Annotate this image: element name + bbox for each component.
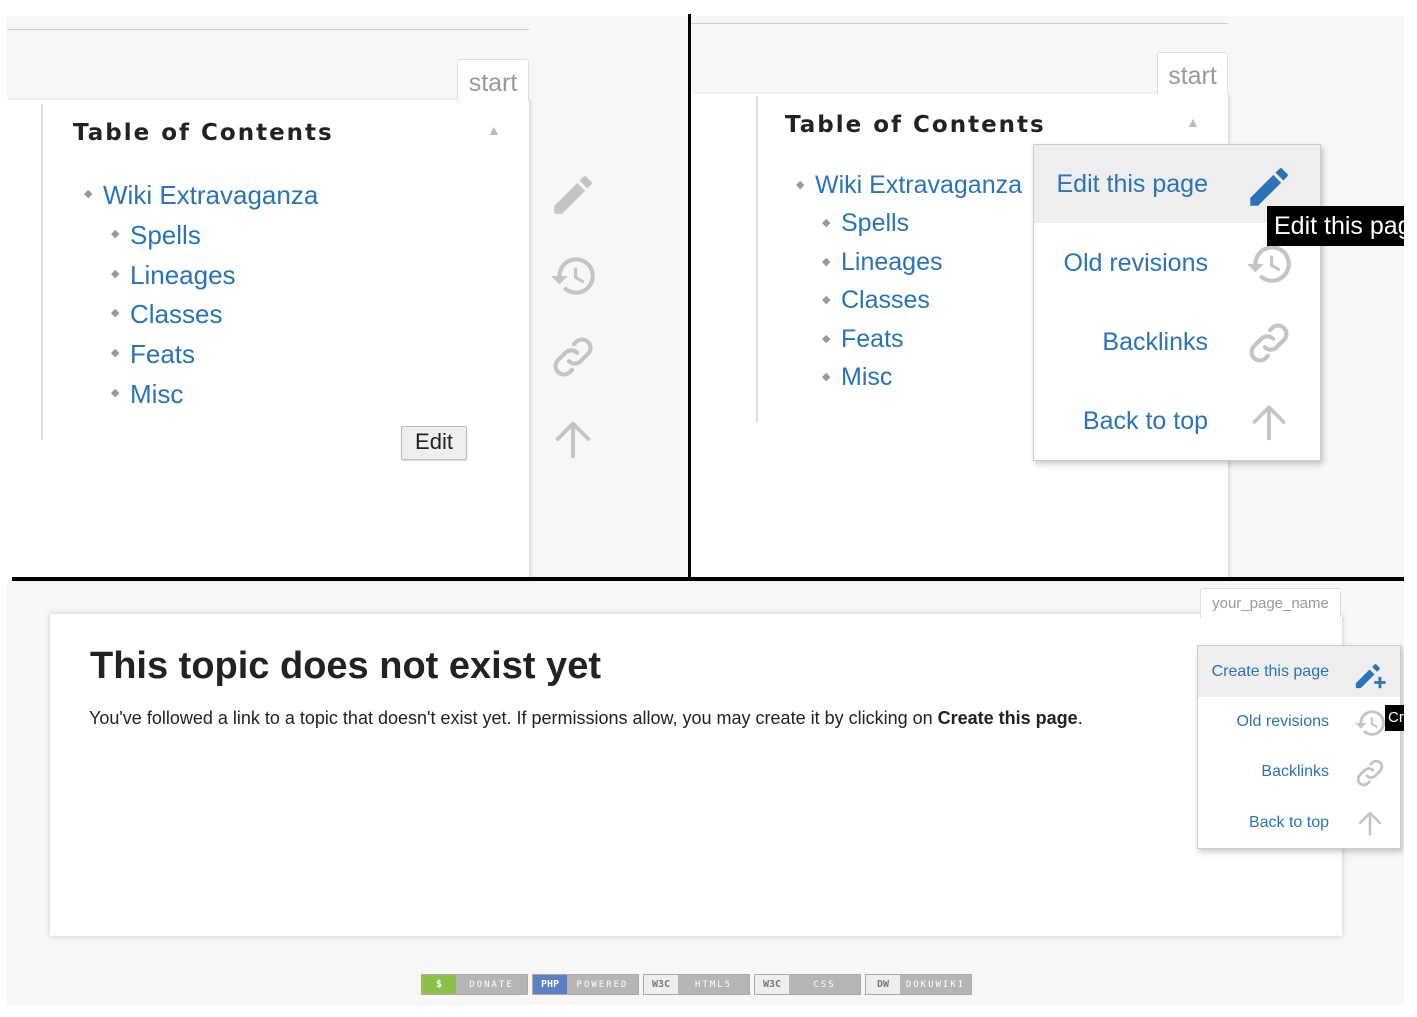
pagetools-menu: Create this page Old revisions Backlinks… [1197,645,1401,849]
old-revisions-menu-item[interactable]: Old revisions [1198,697,1400,747]
arrow-up-icon [1355,808,1385,838]
message-text: You've followed a link to a topic that d… [89,708,938,728]
bullet-icon: ◆ [111,228,120,240]
menu-item-label: Old revisions [1236,713,1329,730]
bullet-icon: ◆ [822,294,831,306]
php-powered-badge[interactable]: PHP POWERED [532,974,639,995]
message-bold-text: Create this page [937,708,1078,728]
page-name-label: start [1168,62,1217,90]
link-icon [1353,756,1387,790]
menu-item-label: Back to top [1082,407,1208,435]
history-icon[interactable] [548,251,598,301]
bullet-icon: ◆ [796,179,805,191]
menu-item-label: Create this page [1211,663,1329,680]
menu-item-label: Back to top [1248,814,1329,831]
bullet-icon: ◆ [822,371,831,383]
bullet-icon: ◆ [822,333,831,345]
page-title: This topic does not exist yet [90,645,601,687]
toc-item[interactable]: Spells [841,209,909,238]
table-of-contents: Table of Contents ▲ ◆ Wiki Extravaganza … [41,104,519,440]
badge-right: POWERED [567,975,638,994]
toc-item[interactable]: Misc [841,363,892,392]
backlinks-menu-item[interactable]: Backlinks [1198,747,1400,797]
toc-toggle-icon[interactable]: ▲ [487,122,501,138]
tooltip: Cr [1385,705,1404,731]
page-message: You've followed a link to a topic that d… [89,708,1083,729]
badge-left: DW [866,975,900,994]
pencil-plus-icon [1353,657,1387,691]
dokuwiki-badge[interactable]: DW DOKUWIKI [865,974,972,995]
history-icon [1353,706,1387,740]
create-page-menu-item[interactable]: Create this page [1198,646,1400,697]
toc-title: Table of Contents [73,120,334,146]
toc-item[interactable]: Classes [130,299,222,330]
toc-item[interactable]: Lineages [841,248,942,277]
menu-item-label: Backlinks [1102,328,1208,356]
message-text-end: . [1077,708,1083,728]
badge-right: DOKUWIKI [900,975,971,994]
page-top-border [691,23,1228,24]
badge-left: W3C [755,975,789,994]
toc-item[interactable]: Feats [841,325,904,354]
toc-item[interactable]: Wiki Extravaganza [815,171,1022,200]
tooltip: Edit this pag [1267,206,1404,246]
page-name-tab[interactable]: your_page_name [1200,588,1341,618]
toc-toggle-icon[interactable]: ▲ [1186,114,1200,130]
back-to-top-menu-item[interactable]: Back to top [1034,381,1320,460]
page-name-tab[interactable]: start [1157,52,1228,94]
toc-item[interactable]: Misc [130,379,183,410]
menu-item-label: Edit this page [1056,170,1209,198]
edit-section-button[interactable]: Edit [401,426,467,460]
bullet-icon: ◆ [111,307,120,319]
page-name-label: your_page_name [1212,595,1329,612]
page-top-border [7,29,529,30]
pagetools-menu: Edit this page Old revisions Backlinks B… [1033,144,1321,461]
back-to-top-menu-item[interactable]: Back to top [1198,797,1400,848]
menu-item-label: Old revisions [1063,249,1209,277]
toc-title: Table of Contents [785,112,1046,138]
page-name-label: start [468,69,518,97]
toc-item[interactable]: Wiki Extravaganza [103,180,318,211]
bullet-icon: ◆ [84,188,93,200]
bullet-icon: ◆ [111,347,120,359]
panel-left: start Table of Contents ▲ ◆ Wiki Extrava… [7,16,689,578]
arrow-up-icon[interactable] [550,416,596,462]
page-name-tab[interactable]: start [457,59,529,101]
pencil-icon[interactable] [548,170,598,220]
badge-left: W3C [644,975,678,994]
toc-item[interactable]: Lineages [130,260,236,291]
bullet-icon: ◆ [111,268,120,280]
w3c-css-badge[interactable]: W3C CSS [754,974,861,995]
link-icon[interactable] [548,332,598,382]
menu-item-label: Backlinks [1261,763,1329,780]
link-icon [1244,318,1294,368]
badge-left: PHP [533,975,567,994]
history-icon [1244,239,1294,289]
badge-right: CSS [789,975,860,994]
badge-right: HTML5 [678,975,749,994]
toc-item[interactable]: Spells [130,220,201,251]
panel-right: start Table of Contents ▲ ◆ Wiki Extrava… [691,16,1404,578]
backlinks-menu-item[interactable]: Backlinks [1034,302,1320,381]
badge-left: $ [422,975,456,994]
panel-bottom: your_page_name This topic does not exist… [7,581,1404,1005]
w3c-html5-badge[interactable]: W3C HTML5 [643,974,750,995]
badge-right: DONATE [456,975,527,994]
donate-badge[interactable]: $ DONATE [421,974,528,995]
bullet-icon: ◆ [111,387,120,399]
toc-item[interactable]: Feats [130,339,195,370]
arrow-up-icon [1247,400,1291,444]
toc-item[interactable]: Classes [841,286,930,315]
bullet-icon: ◆ [822,256,831,268]
bullet-icon: ◆ [822,217,831,229]
pencil-icon [1244,162,1294,212]
